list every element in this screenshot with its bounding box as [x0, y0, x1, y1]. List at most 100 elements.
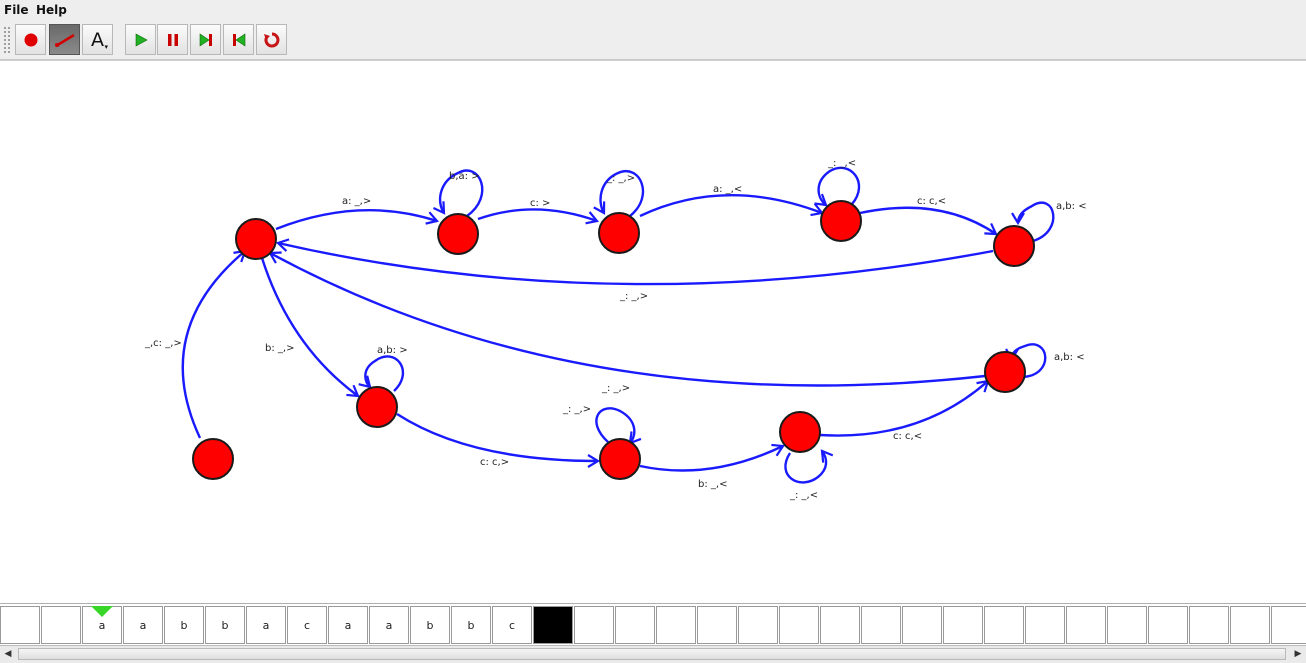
transition-edge[interactable]	[275, 238, 994, 286]
menu-bar: File Help	[0, 0, 1306, 20]
transition-label: a: _,>	[342, 196, 371, 207]
pause-button[interactable]	[157, 24, 188, 55]
add-state-button[interactable]	[15, 24, 46, 55]
scrollbar-thumb[interactable]	[18, 648, 1286, 660]
state-node[interactable]	[599, 438, 641, 480]
add-transition-button[interactable]	[49, 24, 80, 55]
reset-icon	[263, 32, 279, 47]
tape-cell[interactable]	[574, 606, 614, 644]
transition-edge[interactable]	[819, 379, 990, 437]
tape-cell[interactable]	[1230, 606, 1270, 644]
state-node[interactable]	[437, 213, 479, 255]
transition-label: a,b: <	[1054, 352, 1085, 363]
tape-cell[interactable]	[1189, 606, 1229, 644]
transition-edge[interactable]	[477, 208, 600, 225]
tape-cell[interactable]: c	[492, 606, 532, 644]
menu-file[interactable]: File	[4, 3, 29, 17]
menu-help[interactable]: Help	[36, 3, 67, 17]
horizontal-scrollbar[interactable]: ◀ ▶	[0, 645, 1306, 663]
tape-cell[interactable]: c	[287, 606, 327, 644]
tape-cell[interactable]	[533, 606, 573, 644]
tape-cell[interactable]: a	[328, 606, 368, 644]
step-forward-button[interactable]	[190, 24, 221, 55]
tape-cell[interactable]	[943, 606, 983, 644]
state-node[interactable]	[192, 438, 234, 480]
state-node[interactable]	[820, 200, 862, 242]
state-node[interactable]	[356, 386, 398, 428]
tape-cell[interactable]	[1148, 606, 1188, 644]
tape-cell[interactable]	[984, 606, 1024, 644]
tape-cell[interactable]	[656, 606, 696, 644]
pause-icon	[167, 33, 178, 46]
self-loop-edge[interactable]	[814, 166, 861, 207]
transition-line-icon	[54, 33, 75, 47]
transition-edge[interactable]	[275, 209, 440, 231]
tape-cell[interactable]	[1271, 606, 1306, 644]
reset-button[interactable]	[256, 24, 287, 55]
transition-edge[interactable]	[181, 249, 247, 439]
transition-label: _: _,>	[606, 173, 635, 184]
tape-cell[interactable]: a	[369, 606, 409, 644]
step-forward-icon	[199, 32, 212, 47]
tape-cell[interactable]: b	[205, 606, 245, 644]
transition-edge[interactable]	[260, 257, 360, 398]
tape-cell[interactable]: a	[123, 606, 163, 644]
tape-cell[interactable]	[861, 606, 901, 644]
step-back-button[interactable]	[223, 24, 254, 55]
toolbar: A ▾	[0, 20, 1306, 60]
transition-label: c: >	[530, 198, 550, 209]
tape-cell[interactable]	[1025, 606, 1065, 644]
tape-cell[interactable]	[615, 606, 655, 644]
state-diagram: a: _,> b,a: > c: > _: _,> a: _,< _: _,< …	[144, 158, 1087, 501]
transition-edge[interactable]	[639, 194, 824, 218]
tape-cell[interactable]	[41, 606, 81, 644]
text-label-icon: A	[91, 28, 104, 51]
tape-cell[interactable]	[779, 606, 819, 644]
toolbar-grip[interactable]	[3, 26, 11, 54]
tape-cell[interactable]	[697, 606, 737, 644]
tape[interactable]: aabbacaabbc	[0, 603, 1306, 646]
tape-cell[interactable]	[1066, 606, 1106, 644]
tape-cell[interactable]	[0, 606, 40, 644]
tape-cell[interactable]: a	[246, 606, 286, 644]
red-circle-icon	[24, 33, 37, 46]
tape-cell[interactable]	[902, 606, 942, 644]
transition-label: _: _,<	[827, 158, 856, 169]
transition-edge[interactable]	[859, 206, 998, 236]
tape-cell[interactable]	[1107, 606, 1147, 644]
self-loop-edge[interactable]	[784, 449, 834, 484]
state-diagram-canvas[interactable]: a: _,> b,a: > c: > _: _,> a: _,< _: _,< …	[0, 60, 1306, 604]
scroll-right-arrow-icon[interactable]: ▶	[1290, 646, 1306, 662]
transition-edge[interactable]	[396, 412, 601, 468]
transition-label: _: _,<	[789, 490, 818, 501]
state-node[interactable]	[984, 351, 1026, 393]
self-loop-edge[interactable]	[595, 407, 642, 445]
scroll-left-arrow-icon[interactable]: ◀	[0, 646, 16, 662]
step-back-icon	[232, 32, 245, 47]
transition-label: a,b: <	[1056, 201, 1087, 212]
transition-label: b,a: >	[449, 171, 480, 182]
state-node[interactable]	[993, 225, 1035, 267]
tape-cell[interactable]	[738, 606, 778, 644]
run-button[interactable]	[125, 24, 156, 55]
tape-cell[interactable]: b	[164, 606, 204, 644]
label-tool-button[interactable]: A ▾	[82, 24, 113, 55]
tape-cell[interactable]	[820, 606, 860, 644]
transition-label: a: _,<	[713, 184, 742, 195]
state-node[interactable]	[598, 212, 640, 254]
transition-label: b: _,<	[698, 479, 727, 490]
tape-head-icon	[91, 606, 113, 617]
tape-cell[interactable]: b	[410, 606, 450, 644]
transition-label: _: _,>	[562, 404, 591, 415]
transition-edge[interactable]	[639, 443, 785, 472]
transition-label: _,c: _,>	[144, 338, 182, 349]
tape-cell[interactable]: b	[451, 606, 491, 644]
state-node[interactable]	[235, 218, 277, 260]
play-icon	[135, 32, 148, 47]
transition-label: _: _,>	[619, 291, 648, 302]
state-node[interactable]	[779, 411, 821, 453]
transition-edge[interactable]	[268, 251, 986, 387]
chevron-down-icon: ▾	[104, 43, 108, 51]
transition-label: c: c,>	[480, 457, 509, 468]
self-loop-edge[interactable]	[358, 355, 405, 392]
